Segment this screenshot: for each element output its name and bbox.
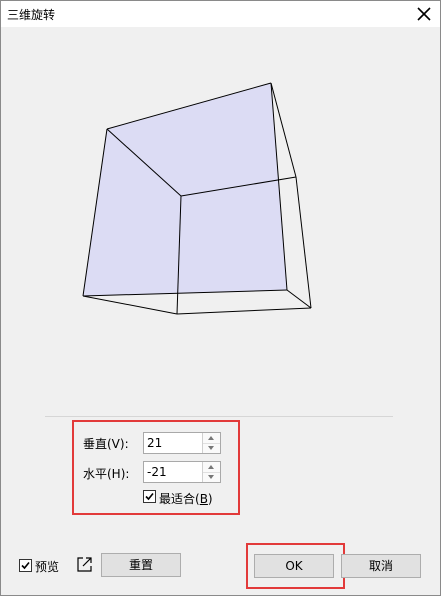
cube-face-back [83, 83, 287, 296]
horizontal-spin-buttons [202, 462, 220, 482]
vertical-decrement-button[interactable] [203, 443, 220, 453]
dialog-window: 三维旋转 垂直(V): 21 水平(H): -21 最适合(B) 预览 重置 O… [0, 0, 441, 596]
vertical-stepper[interactable]: 21 [143, 432, 221, 454]
chevron-up-icon [208, 436, 214, 440]
horizontal-decrement-button[interactable] [203, 472, 220, 482]
checkmark-icon [21, 561, 30, 570]
best-fit-label-post: ) [207, 492, 213, 506]
horizontal-stepper[interactable]: -21 [143, 461, 221, 483]
cancel-button[interactable]: 取消 [341, 554, 421, 578]
vertical-value[interactable]: 21 [147, 436, 162, 450]
external-link-icon[interactable] [76, 556, 93, 573]
best-fit-checkbox[interactable] [143, 490, 156, 503]
chevron-down-icon [208, 475, 214, 479]
best-fit-accesskey: B [199, 492, 208, 506]
ok-button[interactable]: OK [254, 554, 334, 578]
close-icon[interactable] [414, 4, 434, 24]
chevron-up-icon [208, 465, 214, 469]
preview-checkbox[interactable] [19, 559, 32, 572]
horizontal-label: 水平(H): [83, 467, 130, 481]
reset-button[interactable]: 重置 [101, 553, 181, 577]
title-bar[interactable]: 三维旋转 [1, 1, 440, 27]
best-fit-label[interactable]: 最适合(B) [159, 490, 213, 507]
best-fit-label-pre: 最适合( [159, 492, 200, 506]
checkmark-icon [145, 492, 154, 501]
vertical-label: 垂直(V): [83, 437, 129, 451]
preview-label[interactable]: 预览 [35, 558, 59, 575]
rotation-preview[interactable] [7, 28, 435, 404]
separator [45, 416, 393, 417]
dialog-title: 三维旋转 [7, 8, 56, 22]
vertical-spin-buttons [202, 433, 220, 453]
horizontal-value[interactable]: -21 [147, 465, 167, 479]
chevron-down-icon [208, 446, 214, 450]
